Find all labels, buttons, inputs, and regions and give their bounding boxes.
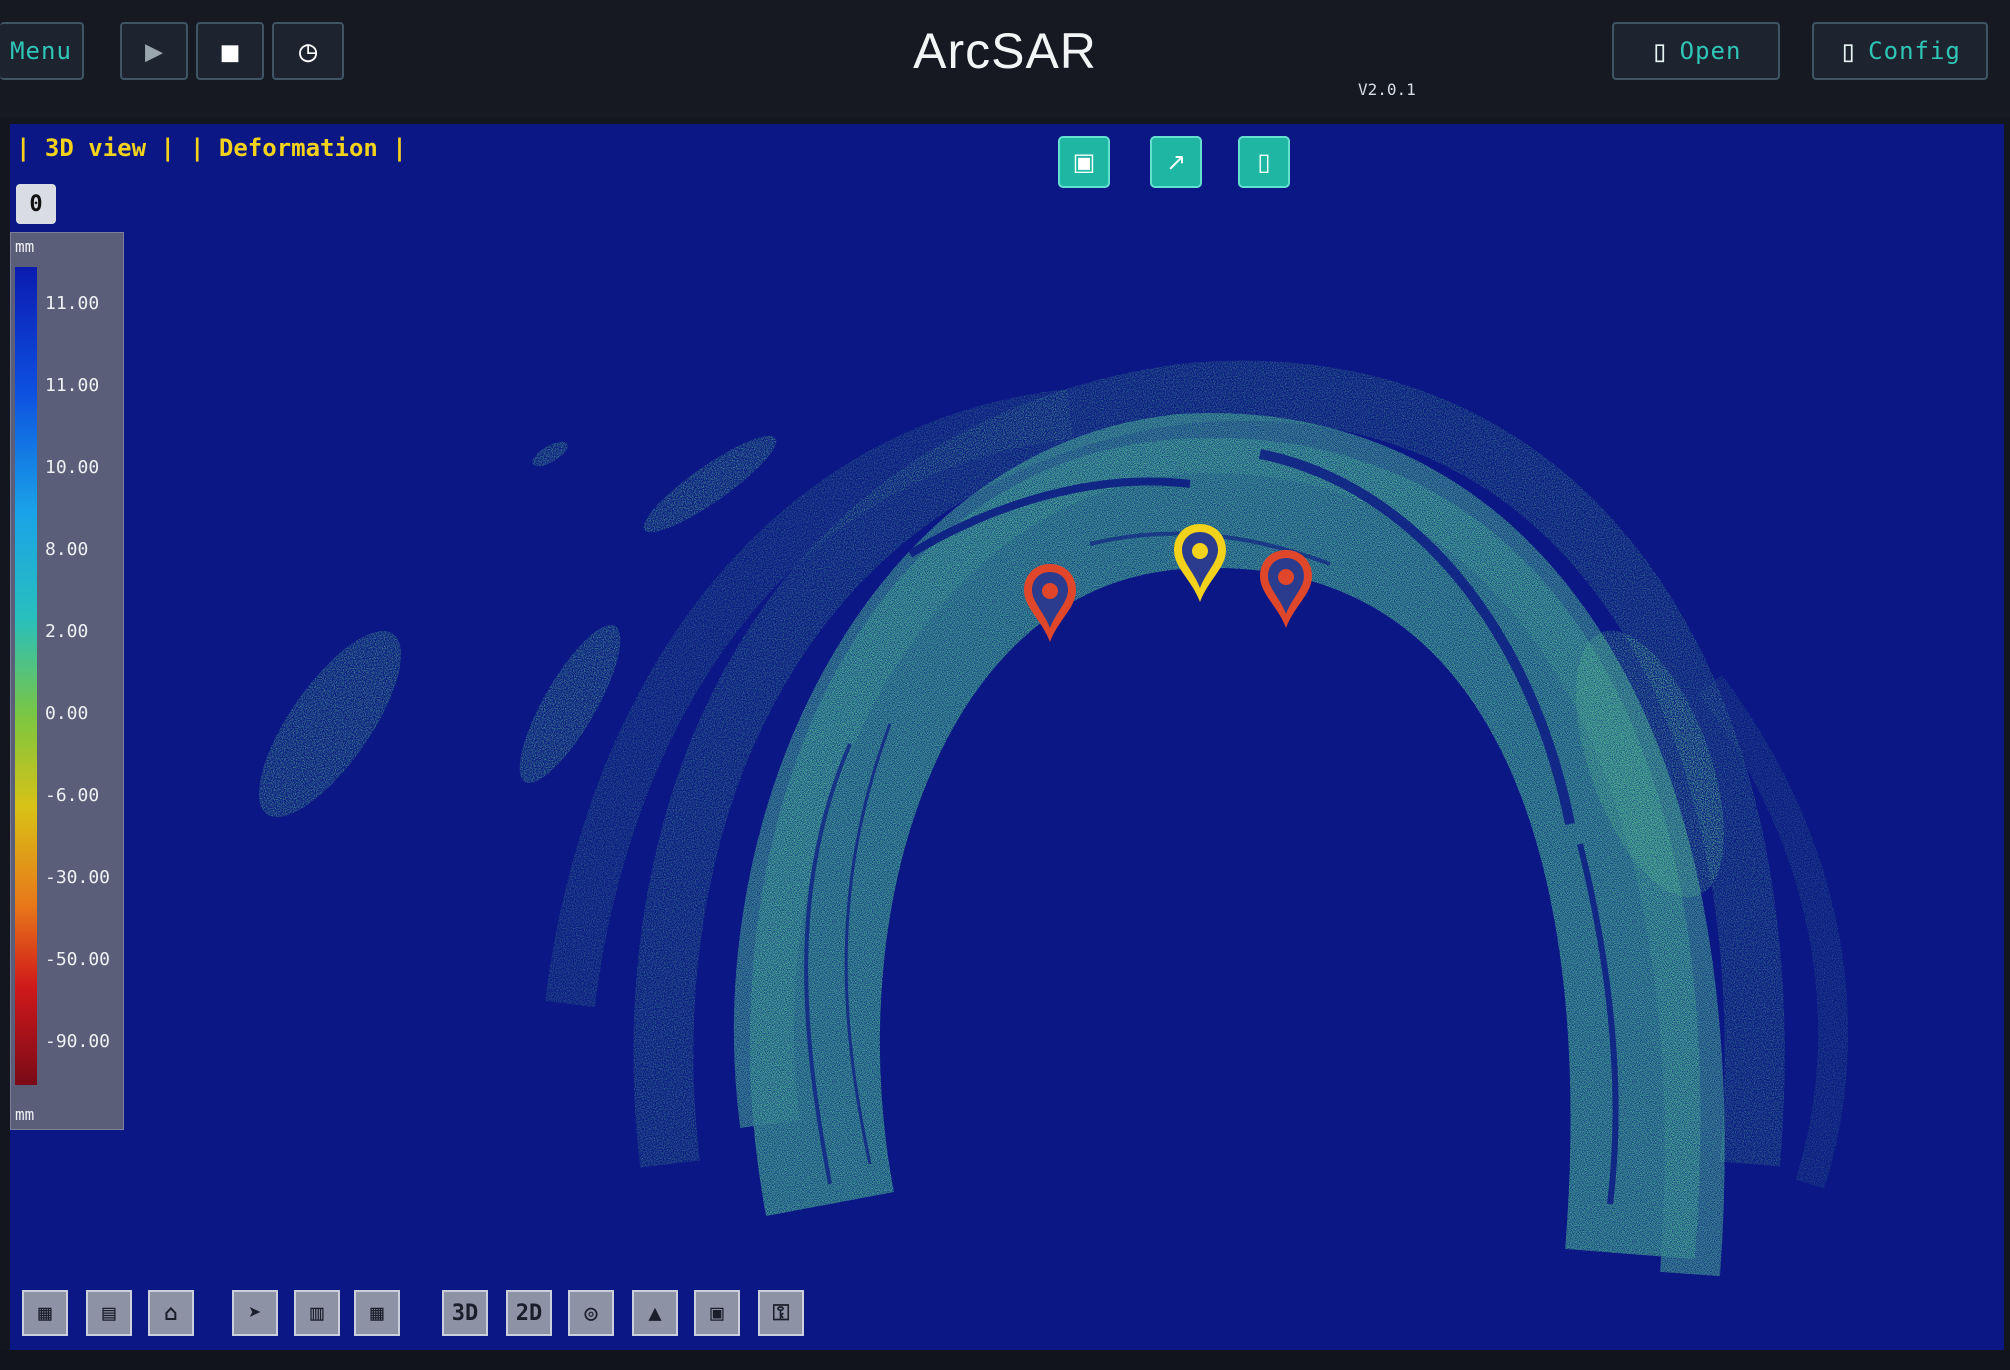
mode-deformation[interactable]: | Deformation | <box>190 134 407 162</box>
document-icon: ▯ <box>1257 148 1271 176</box>
legend-toggle-button[interactable]: 0 <box>16 184 56 224</box>
legend-tick: 11.00 <box>45 293 100 314</box>
open-button[interactable]: ▯ Open <box>1612 22 1780 80</box>
chart-view-button[interactable]: ↗ <box>1150 136 1202 188</box>
legend-tick: 10.00 <box>45 457 100 478</box>
status-strip <box>0 1350 2010 1370</box>
legend-tick: -6.00 <box>45 785 100 806</box>
legend-tick: 8.00 <box>45 539 89 560</box>
lock-icon: ⚿ <box>772 1300 790 1326</box>
legend-unit-bottom: mm <box>15 1105 35 1124</box>
legend-tick: 0.00 <box>45 703 89 724</box>
home-icon: ⌂ <box>164 1300 178 1326</box>
legend-tick: -90.00 <box>45 1031 111 1052</box>
color-legend: mm 11.00 11.00 10.00 8.00 2.00 0.00 -6.0… <box>10 232 124 1130</box>
legend-color-bar <box>15 267 37 1085</box>
target-tool-button[interactable]: ◎ <box>568 1290 614 1336</box>
mode-3d-view[interactable]: | 3D view | <box>16 134 175 162</box>
3d-view-tool-button[interactable]: 3D <box>442 1290 488 1336</box>
lock-tool-button[interactable]: ⚿ <box>758 1290 804 1336</box>
config-button-label: Config <box>1868 37 1961 65</box>
select-tool-button[interactable]: ➤ <box>232 1290 278 1336</box>
legend-tick: 2.00 <box>45 621 89 642</box>
config-button[interactable]: ▯ Config <box>1812 22 1988 80</box>
top-bar: Menu ▶ ■ ◷ ArcSAR V2.0.1 ▯ Open ▯ Config <box>0 0 2010 118</box>
layout-tool-button[interactable]: ▤ <box>86 1290 132 1336</box>
measure-tool-button[interactable]: ▥ <box>294 1290 340 1336</box>
file-icon: ▯ <box>1650 33 1670 69</box>
home-tool-button[interactable]: ⌂ <box>148 1290 194 1336</box>
open-button-label: Open <box>1679 37 1742 65</box>
2d-view-icon: 2D <box>515 1300 543 1326</box>
image-icon: ▣ <box>1072 148 1096 176</box>
table-icon: ▣ <box>710 1300 724 1326</box>
legend-tick: 11.00 <box>45 375 100 396</box>
target-icon: ◎ <box>584 1300 598 1326</box>
selected-marker[interactable] <box>1174 524 1226 602</box>
save-icon: ▦ <box>38 1300 52 1326</box>
legend-tick: -50.00 <box>45 949 111 970</box>
terrain-tool-button[interactable]: ▲ <box>632 1290 678 1336</box>
point-cloud-scene[interactable] <box>10 124 2004 1350</box>
3d-view-icon: 3D <box>451 1300 479 1326</box>
document-view-button[interactable]: ▯ <box>1238 136 1290 188</box>
sar-viewport[interactable]: | 3D view | | Deformation | ▣ ↗ ▯ 0 mm 1… <box>10 124 2004 1350</box>
legend-unit-top: mm <box>15 237 35 256</box>
table-tool-button[interactable]: ▣ <box>694 1290 740 1336</box>
grid-tool-button[interactable]: ▦ <box>354 1290 400 1336</box>
layout-icon: ▤ <box>102 1300 116 1326</box>
terrain-icon: ▲ <box>648 1300 662 1326</box>
2d-view-tool-button[interactable]: 2D <box>506 1290 552 1336</box>
legend-tick: -30.00 <box>45 867 111 888</box>
cursor-icon: ➤ <box>248 1300 262 1326</box>
measure-icon: ▥ <box>310 1300 324 1326</box>
save-tool-button[interactable]: ▦ <box>22 1290 68 1336</box>
chart-icon: ↗ <box>1165 148 1187 176</box>
image-view-button[interactable]: ▣ <box>1058 136 1110 188</box>
document-icon: ▯ <box>1839 33 1859 69</box>
point-cloud-arch <box>733 413 1725 1277</box>
grid-icon: ▦ <box>370 1300 384 1326</box>
version-label: V2.0.1 <box>1358 80 1416 99</box>
alert-marker-right[interactable] <box>1260 550 1312 628</box>
